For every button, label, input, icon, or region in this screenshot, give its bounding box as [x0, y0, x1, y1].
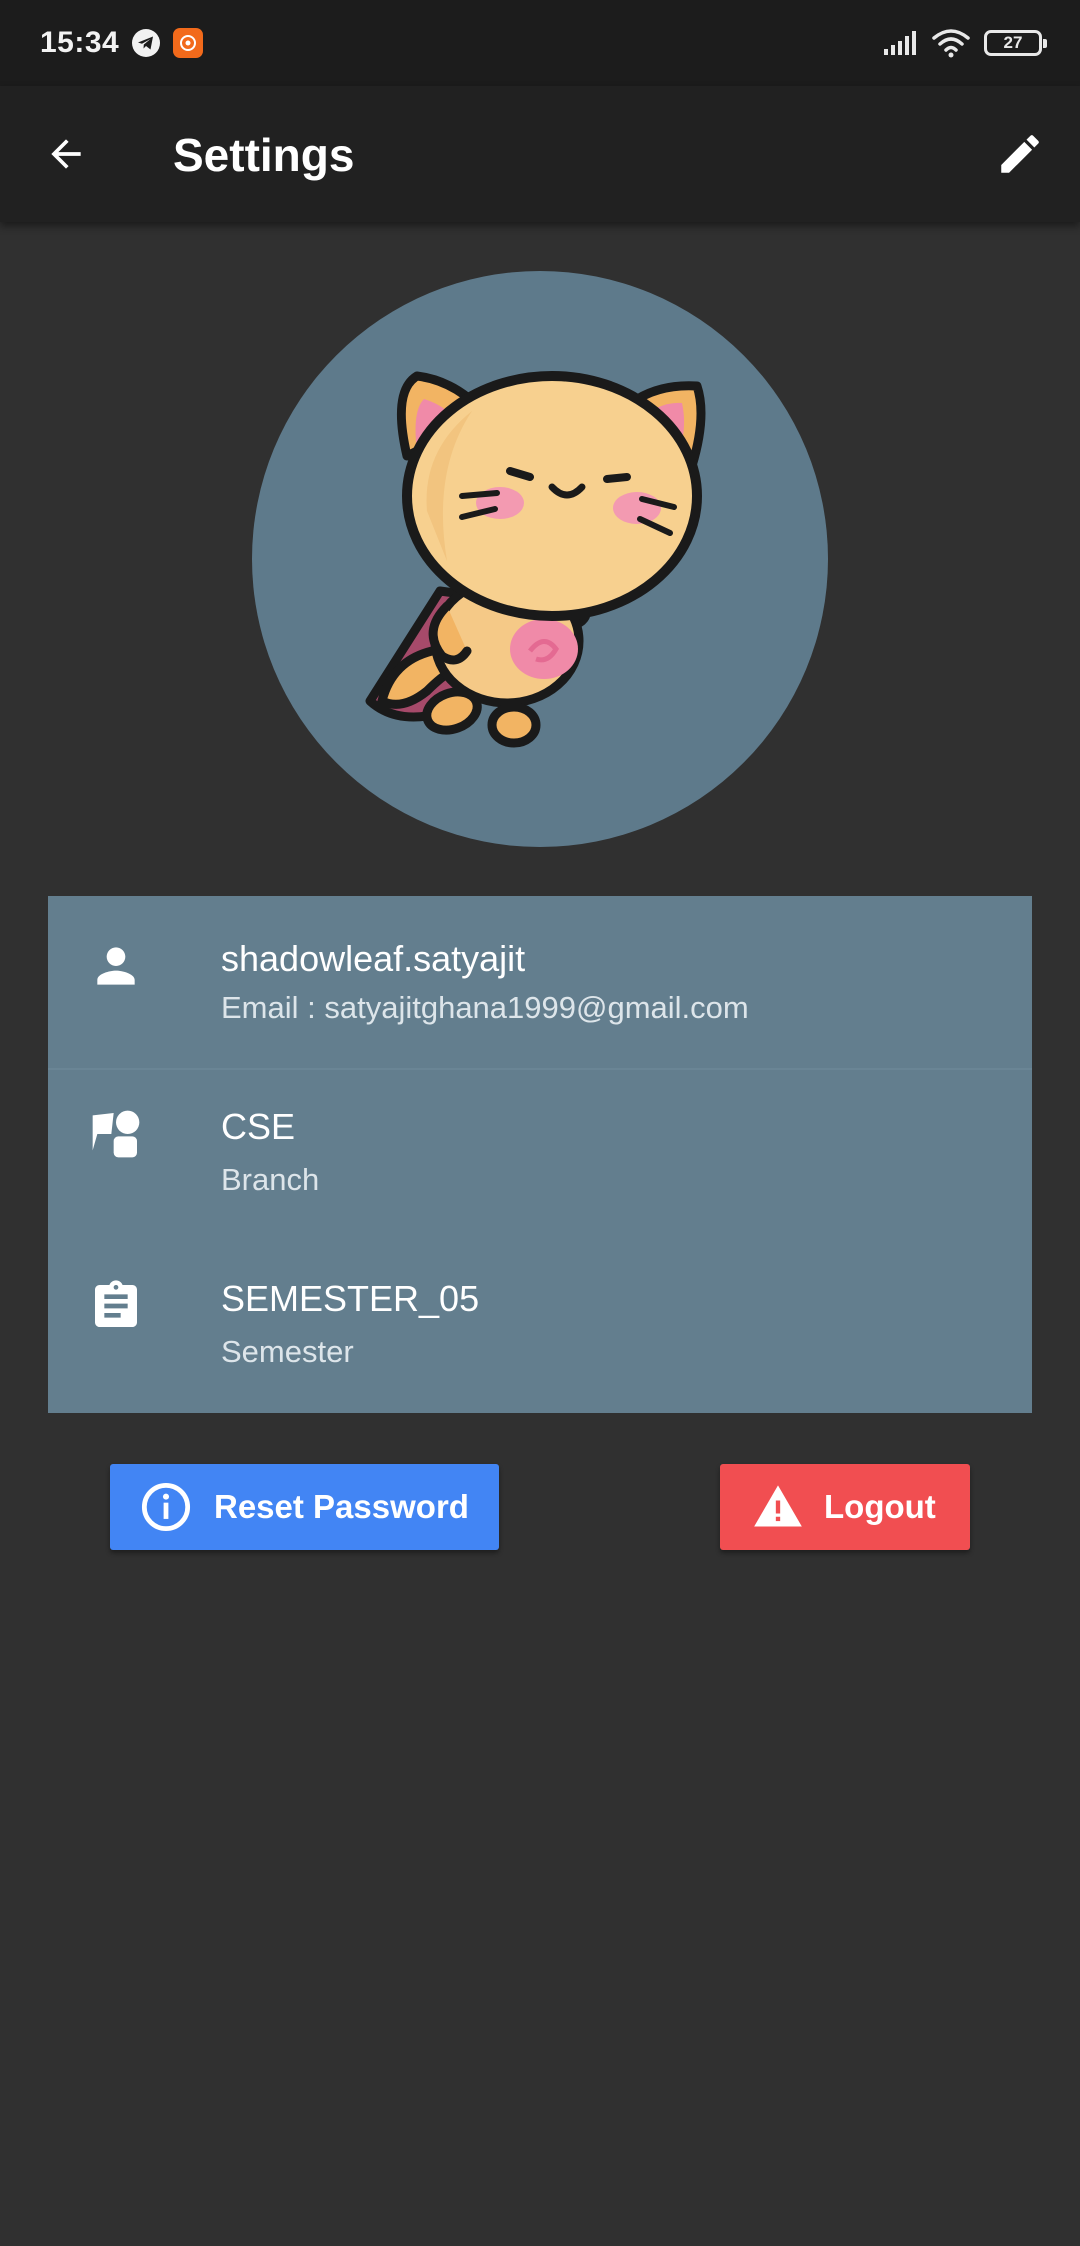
status-bar-left: 15:34: [40, 26, 204, 60]
semester-value: SEMESTER_05: [221, 1278, 480, 1319]
reset-password-label: Reset Password: [214, 1488, 469, 1525]
edit-button[interactable]: [990, 124, 1050, 184]
battery-level: 27: [1003, 33, 1023, 52]
battery-indicator: 27: [984, 30, 1047, 56]
category-icon: [92, 1110, 140, 1158]
clipboard-icon: [95, 1280, 137, 1327]
branch-label: Branch: [221, 1162, 320, 1197]
signal-icon: [884, 31, 916, 55]
profile-avatar[interactable]: [252, 271, 828, 847]
reset-password-button[interactable]: Reset Password: [110, 1464, 499, 1550]
username-text: shadowleaf.satyajit: [221, 938, 526, 979]
status-time: 15:34: [40, 26, 120, 59]
app-bar: Settings: [0, 86, 1080, 222]
warning-icon: [754, 1485, 802, 1527]
arrow-back-icon: [51, 139, 81, 169]
semester-label: Semester: [221, 1334, 354, 1369]
person-icon: [97, 947, 135, 985]
page-title: Settings: [173, 129, 355, 181]
logout-label: Logout: [824, 1488, 936, 1525]
back-button[interactable]: [36, 124, 96, 184]
email-text: Email : satyajitghana1999@gmail.com: [221, 990, 749, 1025]
list-item-semester: SEMESTER_05 Semester: [48, 1242, 1032, 1414]
wifi-icon: [932, 29, 970, 58]
info-icon: [141, 1482, 191, 1532]
branch-value: CSE: [221, 1106, 296, 1147]
cat-superhero-illustration: [365, 371, 706, 748]
status-bar-right: 27: [882, 28, 1047, 58]
pencil-icon: [1001, 135, 1039, 173]
list-item-branch: CSE Branch: [48, 1070, 1032, 1242]
notification-app-icon: [173, 28, 204, 58]
telegram-icon: [132, 29, 161, 57]
status-bar: 15:34 27: [0, 0, 1080, 86]
profile-info-card: shadowleaf.satyajit Email : satyajitghan…: [48, 896, 1032, 1413]
list-item-username: shadowleaf.satyajit Email : satyajitghan…: [48, 896, 1032, 1068]
logout-button[interactable]: Logout: [720, 1464, 970, 1550]
